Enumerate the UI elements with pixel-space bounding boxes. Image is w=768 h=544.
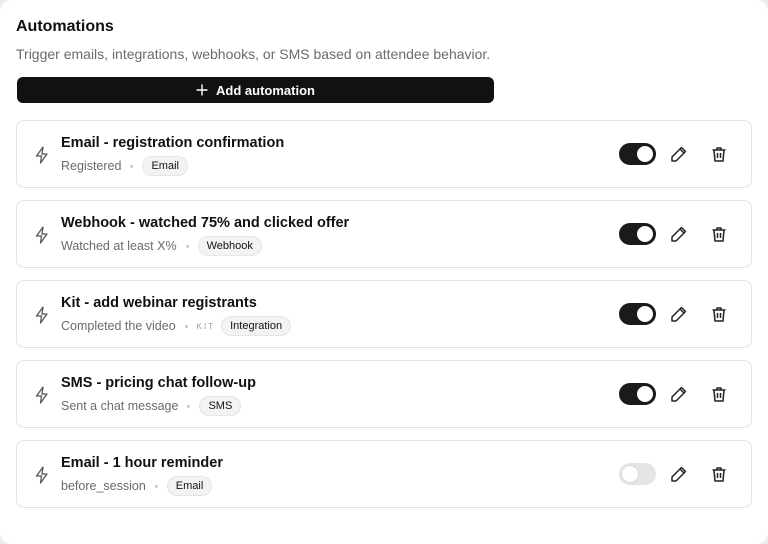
separator-dot	[154, 484, 158, 488]
pencil-icon[interactable]	[670, 385, 688, 403]
toggle-knob	[637, 306, 653, 322]
automation-meta: Sent a chat message SMS	[61, 396, 242, 416]
trigger-label: Watched at least X%	[61, 239, 177, 253]
automation-card[interactable]: Kit - add webinar registrants Completed …	[16, 280, 752, 348]
trash-icon[interactable]	[710, 385, 728, 403]
automation-meta: Registered Email	[61, 156, 188, 176]
automation-title: Kit - add webinar registrants	[61, 295, 257, 311]
lightning-bolt-icon	[35, 146, 48, 164]
toggle-knob	[622, 466, 638, 482]
toggle-knob	[637, 226, 653, 242]
pencil-icon[interactable]	[670, 305, 688, 323]
lightning-bolt-icon	[35, 466, 48, 484]
lightning-bolt-icon	[35, 386, 48, 404]
separator-dot	[184, 324, 188, 328]
add-automation-label: Add automation	[216, 82, 315, 98]
channel-badge: Integration	[221, 316, 292, 336]
toggle-knob	[637, 386, 653, 402]
pencil-icon[interactable]	[670, 145, 688, 163]
automation-toggle[interactable]	[619, 383, 656, 405]
automation-card[interactable]: SMS - pricing chat follow-up Sent a chat…	[16, 360, 752, 428]
channel-badge: Email	[142, 156, 188, 176]
trigger-label: before_session	[61, 479, 146, 493]
pencil-icon[interactable]	[670, 225, 688, 243]
page-subtitle: Trigger emails, integrations, webhooks, …	[16, 46, 491, 62]
page-title: Automations	[16, 18, 114, 35]
lightning-bolt-icon	[35, 226, 48, 244]
channel-badge: SMS	[199, 396, 242, 416]
add-automation-button[interactable]: Add automation	[17, 77, 494, 103]
automations-panel: Automations Trigger emails, integrations…	[0, 0, 768, 544]
automation-toggle[interactable]	[619, 143, 656, 165]
trash-icon[interactable]	[710, 145, 728, 163]
automation-toggle[interactable]	[619, 223, 656, 245]
automation-title: Email - registration confirmation	[61, 135, 285, 151]
trash-icon[interactable]	[710, 305, 728, 323]
lightning-bolt-icon	[35, 306, 48, 324]
trigger-label: Completed the video	[61, 319, 176, 333]
kit-logo: KIT	[196, 321, 216, 331]
channel-badge: Email	[166, 476, 213, 496]
pencil-icon[interactable]	[670, 465, 688, 483]
separator-dot	[130, 164, 134, 168]
trash-icon[interactable]	[710, 225, 728, 243]
automation-list: Email - registration confirmation Regist…	[16, 120, 752, 520]
trigger-label: Sent a chat message	[61, 399, 179, 413]
channel-badge: Webhook	[197, 236, 262, 256]
plus-icon	[196, 84, 208, 96]
trash-icon[interactable]	[710, 465, 728, 483]
separator-dot	[187, 404, 191, 408]
automation-toggle[interactable]	[619, 303, 656, 325]
toggle-knob	[637, 146, 653, 162]
automation-title: SMS - pricing chat follow-up	[61, 375, 256, 391]
separator-dot	[185, 244, 189, 248]
automation-card[interactable]: Email - registration confirmation Regist…	[16, 120, 752, 188]
automation-title: Webhook - watched 75% and clicked offer	[61, 215, 350, 231]
automation-meta: Watched at least X% Webhook	[61, 236, 262, 256]
trigger-label: Registered	[61, 159, 122, 173]
automation-meta: before_session Email	[61, 476, 213, 496]
automation-meta: Completed the video KIT Integration	[61, 316, 292, 336]
automation-title: Email - 1 hour reminder	[61, 455, 223, 471]
automation-card[interactable]: Email - 1 hour reminder before_session E…	[16, 440, 752, 508]
automation-toggle[interactable]	[619, 463, 656, 485]
automation-card[interactable]: Webhook - watched 75% and clicked offer …	[16, 200, 752, 268]
